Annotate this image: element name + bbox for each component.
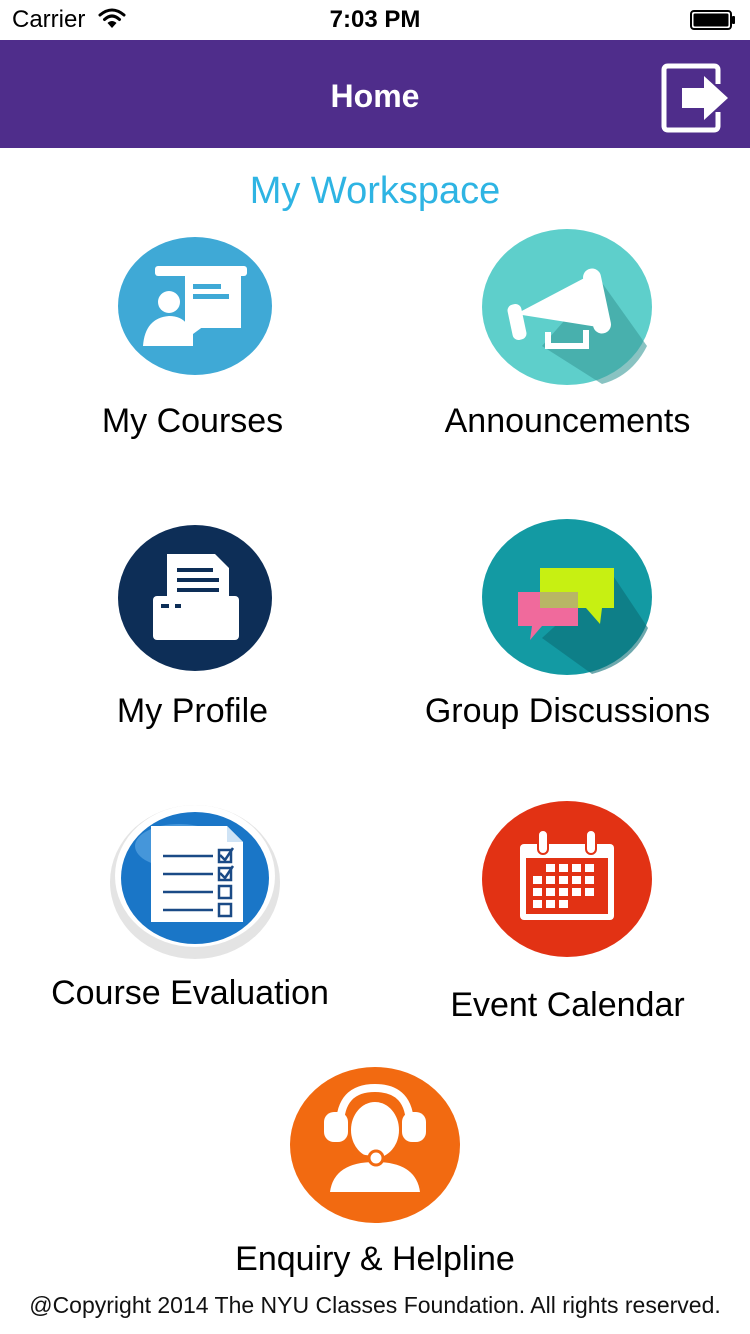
tile-label: Course Evaluation <box>51 974 329 1012</box>
battery-icon <box>690 10 735 30</box>
status-bar: Carrier 7:03 PM <box>0 0 750 40</box>
my-courses-tile[interactable]: My Courses <box>0 230 385 450</box>
printer-icon <box>118 525 272 671</box>
logout-icon[interactable] <box>660 62 732 134</box>
event-calendar-tile[interactable]: Event Calendar <box>385 798 750 1030</box>
copyright-footer: @Copyright 2014 The NYU Classes Foundati… <box>29 1292 721 1318</box>
megaphone-icon <box>482 229 652 385</box>
status-time: 7:03 PM <box>329 6 421 33</box>
calendar-icon <box>482 801 652 957</box>
workspace-title: My Workspace <box>249 170 501 212</box>
tile-label: Enquiry & Helpline <box>235 1240 515 1278</box>
tile-label: Event Calendar <box>450 986 685 1024</box>
tile-label: Group Discussions <box>424 692 711 730</box>
course-evaluation-tile[interactable]: Course Evaluation <box>0 798 380 1018</box>
nav-bar: Home <box>0 40 750 148</box>
checklist-icon <box>110 805 280 959</box>
headset-support-icon <box>290 1067 460 1223</box>
tile-label: My Profile <box>116 692 269 730</box>
teacher-board-icon <box>118 237 272 375</box>
chat-bubbles-icon <box>482 519 652 675</box>
tile-label: Announcements <box>444 402 691 440</box>
page-title: Home <box>330 78 420 114</box>
tile-label: My Courses <box>101 402 284 440</box>
my-profile-tile[interactable]: My Profile <box>0 520 385 740</box>
enquiry-helpline-tile[interactable]: Enquiry & Helpline <box>200 1064 550 1284</box>
announcements-tile[interactable]: Announcements <box>385 225 750 450</box>
group-discussions-tile[interactable]: Group Discussions <box>385 515 750 740</box>
